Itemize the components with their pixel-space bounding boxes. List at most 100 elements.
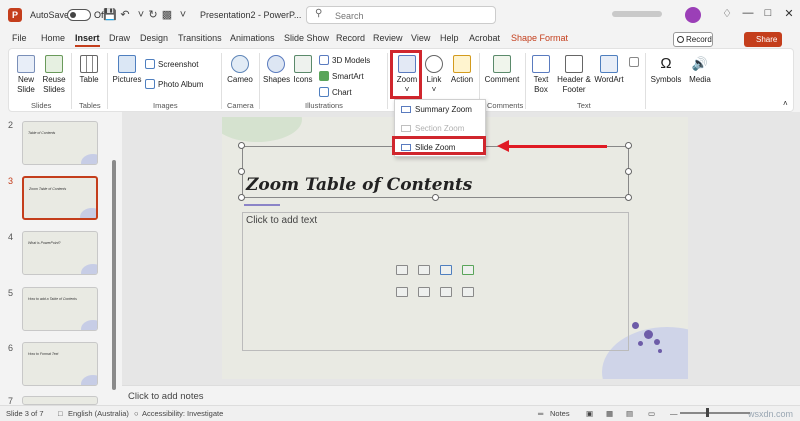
zoom-slider-handle[interactable] — [706, 408, 709, 417]
summary-zoom-item[interactable]: Summary Zoom — [401, 105, 472, 114]
new-slide-label: New Slide — [17, 75, 35, 94]
tab-review[interactable]: Review — [373, 33, 403, 43]
thumbnails-scrollbar[interactable] — [112, 160, 116, 390]
smartart-button[interactable]: SmartArt — [319, 71, 364, 81]
zoom-out-icon[interactable]: — — [670, 409, 678, 418]
photo-album-button[interactable]: Photo Album — [145, 79, 203, 89]
resize-handle[interactable] — [625, 194, 632, 201]
avatar[interactable] — [685, 7, 701, 23]
wordart-button[interactable]: WordArt — [593, 55, 625, 85]
insert-chart-icon[interactable] — [462, 287, 474, 297]
symbols-button[interactable]: Ω Symbols — [649, 55, 683, 85]
autosave-toggle[interactable] — [67, 9, 91, 21]
smartart-icon — [319, 71, 329, 81]
record-button[interactable]: Record — [673, 32, 713, 47]
normal-view-icon[interactable]: ▣ — [586, 409, 593, 418]
link-button[interactable]: Link ˅ — [423, 55, 445, 95]
slide-thumbnail-4[interactable]: What is PowerPoint? — [22, 231, 98, 275]
tab-animations[interactable]: Animations — [230, 33, 275, 43]
text-options-icon[interactable] — [629, 57, 639, 67]
collapse-ribbon-icon[interactable]: ˄ — [783, 99, 788, 108]
resize-handle[interactable] — [625, 142, 632, 149]
language-status[interactable]: English (Australia) — [68, 409, 129, 418]
insert-picture-icon[interactable] — [396, 265, 408, 275]
spelling-icon[interactable]: □ — [58, 409, 63, 418]
zoom-highlight-box — [390, 50, 422, 99]
slide-thumbnail-2[interactable]: Table of Contents — [22, 121, 98, 165]
icons-button[interactable]: Icons — [291, 55, 315, 85]
resize-handle[interactable] — [238, 168, 245, 175]
insert-cameo-icon[interactable] — [396, 287, 408, 297]
accessibility-status[interactable]: Accessibility: Investigate — [142, 409, 223, 418]
notes-placeholder[interactable]: Click to add notes — [128, 391, 204, 402]
save-icon[interactable]: 💾 — [103, 8, 117, 22]
decor-dot — [654, 339, 660, 345]
slide-thumbnail-3[interactable]: Zoom Table of Contents — [22, 176, 98, 220]
screenshot-label: Screenshot — [158, 59, 199, 69]
tab-help[interactable]: Help — [440, 33, 459, 43]
tab-slide-show[interactable]: Slide Show — [284, 33, 329, 43]
notes-pane[interactable]: Click to add notes — [122, 385, 800, 405]
comment-label: Comment — [484, 75, 520, 84]
content-placeholder-box[interactable] — [242, 212, 629, 351]
slide-sorter-icon[interactable]: ▦ — [606, 409, 613, 418]
insert-icons-icon[interactable] — [440, 265, 452, 275]
summary-zoom-label: Summary Zoom — [415, 105, 472, 114]
divider — [71, 53, 72, 109]
tab-file[interactable]: File — [12, 33, 27, 43]
tab-home[interactable]: Home — [41, 33, 65, 43]
media-button[interactable]: 🔊 Media — [687, 55, 713, 85]
search-input[interactable] — [335, 9, 485, 22]
minimize-icon[interactable]: — — [741, 7, 755, 19]
comment-button[interactable]: Comment — [483, 55, 521, 85]
resize-handle[interactable] — [625, 168, 632, 175]
notes-toggle[interactable]: Notes — [550, 409, 570, 418]
zoom-slider[interactable] — [680, 412, 750, 414]
chart-button[interactable]: Chart — [319, 87, 352, 97]
insert-stock-images-icon[interactable] — [418, 265, 430, 275]
slideshow-view-icon[interactable]: ▭ — [648, 409, 655, 418]
header-footer-button[interactable]: Header & Footer — [557, 55, 591, 95]
slide-thumbnail-5[interactable]: How to add a Table of Contents — [22, 287, 98, 331]
slide-thumbnail-6[interactable]: How to Format Text — [22, 342, 98, 386]
insert-smartart-icon[interactable] — [462, 265, 474, 275]
action-button[interactable]: Action — [449, 55, 475, 85]
share-button[interactable]: Share — [744, 32, 782, 47]
search-box[interactable]: ⚲ — [306, 6, 496, 24]
cameo-button[interactable]: Cameo — [225, 55, 255, 85]
table-button[interactable]: Table — [75, 55, 103, 85]
insert-video-icon[interactable] — [418, 287, 430, 297]
tab-view[interactable]: View — [411, 33, 430, 43]
screenshot-button[interactable]: Screenshot — [145, 59, 198, 69]
customize-qat-icon[interactable]: ˅ — [176, 8, 190, 22]
text-box-button[interactable]: Text Box — [529, 55, 553, 95]
slide-title[interactable]: Zoom Table of Contents — [246, 175, 472, 195]
tab-design[interactable]: Design — [140, 33, 168, 43]
tab-acrobat[interactable]: Acrobat — [469, 33, 500, 43]
tab-record[interactable]: Record — [336, 33, 365, 43]
tab-draw[interactable]: Draw — [109, 33, 130, 43]
tab-transitions[interactable]: Transitions — [178, 33, 222, 43]
slideshow-icon[interactable]: ▩ — [160, 8, 174, 22]
new-slide-button[interactable]: New Slide — [13, 55, 39, 95]
3d-models-button[interactable]: 3D Models — [319, 55, 370, 65]
tab-shape-format[interactable]: Shape Format — [511, 33, 568, 43]
resize-handle[interactable] — [238, 194, 245, 201]
redo-icon[interactable]: ↻ — [146, 8, 160, 22]
content-placeholder-text[interactable]: Click to add text — [246, 215, 317, 226]
close-icon[interactable]: ✕ — [782, 7, 796, 20]
tab-insert[interactable]: Insert — [75, 33, 100, 47]
insert-table-icon[interactable] — [440, 287, 452, 297]
pictures-button[interactable]: Pictures — [111, 55, 143, 85]
resize-handle[interactable] — [238, 142, 245, 149]
slide-decoration — [222, 117, 302, 142]
shapes-button[interactable]: Shapes — [263, 55, 290, 85]
diamond-icon[interactable]: ♢ — [720, 7, 734, 20]
undo-icon[interactable]: ↶ — [118, 8, 132, 22]
resize-handle[interactable] — [432, 194, 439, 201]
reading-view-icon[interactable]: ▤ — [626, 409, 633, 418]
maximize-icon[interactable]: □ — [761, 7, 775, 19]
notes-icon: ═ — [538, 409, 544, 418]
reuse-slides-button[interactable]: Reuse Slides — [41, 55, 67, 95]
slide-thumbnail-7[interactable] — [22, 396, 98, 405]
